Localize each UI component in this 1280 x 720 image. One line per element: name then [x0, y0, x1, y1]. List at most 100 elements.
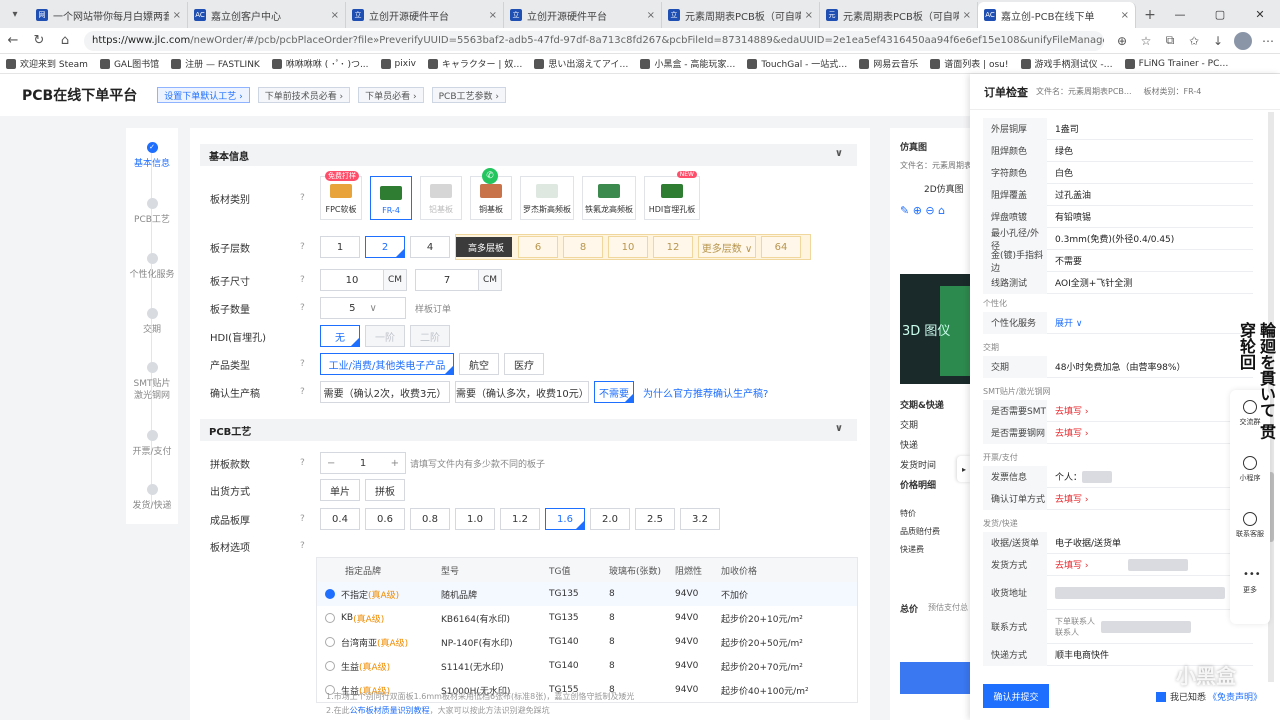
bookmark[interactable]: キャラクター | 奴… [427, 57, 522, 70]
back-icon[interactable]: ← [0, 28, 26, 54]
hdi-option[interactable]: 无 [320, 325, 360, 347]
bookmark[interactable]: 谱面列表 | osu! [930, 57, 1009, 70]
tab-2d-sim[interactable]: 2D仿真图 [924, 182, 964, 195]
step-basic[interactable]: ✓ 基本信息 [126, 142, 178, 170]
crumb-order-notice[interactable]: 下单员必看 › [358, 87, 424, 103]
browser-tab[interactable]: 元元素周期表PCB板（可自嘴）| 元…× [820, 2, 978, 28]
layer-option[interactable]: 10 [608, 236, 649, 258]
thickness-option[interactable]: 3.2 [680, 508, 720, 530]
layer-option[interactable]: 64 [761, 236, 802, 258]
material-aluminum[interactable]: 铝基板 [420, 176, 462, 220]
size-height-input[interactable]: 7 [415, 269, 479, 291]
browser-tab[interactable]: 立元素周期表PCB板（可自嘴）- 立…× [662, 2, 820, 28]
close-icon[interactable]: × [489, 10, 497, 21]
checkbox-checked[interactable] [1156, 691, 1166, 702]
confirm-option[interactable]: 需要（确认多次，收费10元） [455, 381, 589, 403]
minimize-icon[interactable]: — [1160, 0, 1200, 28]
crumb-pcb-params[interactable]: PCB工艺参数 › [431, 87, 506, 103]
more-icon[interactable]: ⋯ [1256, 34, 1280, 48]
extensions-icon[interactable]: ⧉ [1158, 33, 1182, 48]
layer-option[interactable]: 6 [518, 236, 559, 258]
thickness-option[interactable]: 0.6 [365, 508, 405, 530]
sim-toolbar[interactable]: ✎ ⊕ ⊖ ⌂ [900, 204, 945, 217]
bookmark[interactable]: 注册 — FASTLINK [171, 57, 260, 70]
disclaimer-link[interactable]: 《免责声明》 [1208, 690, 1262, 703]
close-icon[interactable]: × [963, 10, 971, 21]
table-row[interactable]: 台湾南亚 (真A级) NP-140F(有水印) TG140 8 94V0 起步价2… [317, 630, 857, 654]
size-width-input[interactable]: 10 [320, 269, 384, 291]
url-input[interactable]: https://www.jlc.com/newOrder/#/pcb/pcbPl… [84, 30, 1104, 51]
step-invoice[interactable]: 开票/支付 [126, 430, 178, 458]
bookmark[interactable]: pixiv [380, 58, 416, 69]
help-icon[interactable]: ? [300, 541, 314, 551]
layer-option[interactable]: 4 [410, 236, 450, 258]
table-row[interactable]: 生益 (真A级) S1141(无水印) TG140 8 94V0 起步价20+70… [317, 654, 857, 678]
bookmark[interactable]: 小黑盒 - 高能玩家… [640, 57, 735, 70]
layer-option[interactable]: 12 [653, 236, 694, 258]
confirm-option[interactable]: 需要（确认2次，收费3元） [320, 381, 450, 403]
thickness-option[interactable]: 1.0 [455, 508, 495, 530]
section-basic[interactable]: 基本信息 ∨ [200, 144, 857, 166]
help-icon[interactable]: ? [300, 514, 314, 524]
browser-tab[interactable]: 立立创开源硬件平台 × [504, 2, 662, 28]
agree-checkbox-row[interactable]: 我已知悉 《免责声明》 [1156, 690, 1262, 703]
bookmark[interactable]: 思い出溺えてアイ… [534, 57, 628, 70]
close-icon[interactable]: × [173, 10, 181, 21]
help-icon[interactable]: ? [300, 387, 314, 397]
section-craft[interactable]: PCB工艺 ∨ [200, 419, 857, 441]
crumb-tech-notice[interactable]: 下单前技术员必看 › [257, 87, 351, 103]
expand-personal-link[interactable]: 展开 ∨ [1055, 316, 1082, 329]
bookmark[interactable]: 欢迎来到 Steam [6, 57, 88, 70]
radio[interactable] [325, 613, 335, 623]
browser-tab[interactable]: 立立创开源硬件平台 × [346, 2, 504, 28]
downloads-icon[interactable]: ↓ [1206, 34, 1230, 48]
help-icon[interactable]: ? [300, 458, 314, 468]
step-ship[interactable]: 发货/快递 [126, 484, 178, 512]
thickness-option[interactable]: 0.8 [410, 508, 450, 530]
product-type-option[interactable]: 航空 [459, 353, 499, 375]
tab-menu-icon[interactable]: ▾ [0, 0, 30, 28]
radio[interactable] [325, 637, 335, 647]
contact-service-button[interactable]: 联系客服 [1230, 512, 1270, 539]
home-icon[interactable]: ⌂ [52, 28, 78, 54]
browser-tab[interactable]: 网一个网站带你每月白嫖两套PCB小…× [30, 2, 188, 28]
bookmark[interactable]: 网易云音乐 [859, 57, 918, 70]
confirm-option[interactable]: 不需要 [594, 381, 634, 403]
material-fr4[interactable]: FR-4 [370, 176, 412, 220]
thickness-option[interactable]: 1.6 [545, 508, 585, 530]
material-rogers[interactable]: 罗杰斯高频板 [520, 176, 574, 220]
layer-option[interactable]: 8 [563, 236, 604, 258]
help-icon[interactable]: ? [300, 275, 314, 285]
step-smt[interactable]: SMT贴片 激光钢网 [126, 362, 178, 402]
bookmark[interactable]: 咻咻咻咻 ( ･ﾟ･ )つ... [271, 57, 369, 70]
radio-selected[interactable] [325, 589, 335, 599]
chevron-down-icon[interactable]: ∨ [835, 148, 843, 159]
browser-tab-active[interactable]: AC 嘉立创-PCB在线下单 × [978, 2, 1136, 28]
bookmark[interactable]: GAL图书馆 [99, 57, 159, 70]
help-icon[interactable]: ? [300, 242, 314, 252]
table-row[interactable]: 不指定 (真A级) 随机品牌 TG135 8 94V0 不加价 [317, 582, 857, 606]
close-window-icon[interactable]: ✕ [1240, 0, 1280, 28]
pcb-3d-preview[interactable]: 3D 图仪 [900, 274, 970, 384]
why-confirm-link[interactable]: 为什么官方推荐确认生产稿? [643, 385, 768, 400]
bookmark[interactable]: 游戏手柄测试仪 -… [1020, 57, 1113, 70]
fill-ship-link[interactable]: 去填写 › [1055, 558, 1088, 571]
browser-tab[interactable]: AC 嘉立创客户中心 × [188, 2, 346, 28]
fill-confirm-link[interactable]: 去填写 › [1055, 492, 1088, 505]
close-icon[interactable]: × [331, 10, 339, 21]
price-button[interactable] [900, 662, 970, 694]
bookmark[interactable]: TouchGal - 一站式… [747, 57, 847, 70]
help-icon[interactable]: ? [300, 193, 314, 203]
maximize-icon[interactable]: ▢ [1200, 0, 1240, 28]
star-icon[interactable]: ☆ [1134, 34, 1158, 48]
fill-smt-link[interactable]: 去填写 › [1055, 404, 1088, 417]
product-type-option[interactable]: 医疗 [504, 353, 544, 375]
avatar[interactable] [1234, 31, 1252, 50]
close-icon[interactable]: × [1121, 10, 1129, 21]
plus-icon[interactable]: + [391, 458, 399, 469]
chevron-down-icon[interactable]: ∨ [835, 423, 843, 434]
bookmark[interactable]: FLiNG Trainer - PC… [1124, 58, 1228, 69]
quantity-select[interactable]: 5 ∨ [320, 297, 406, 319]
crumb-default-process[interactable]: 设置下单默认工艺 › [157, 87, 250, 103]
more-button[interactable]: ••• 更多 [1230, 568, 1270, 595]
